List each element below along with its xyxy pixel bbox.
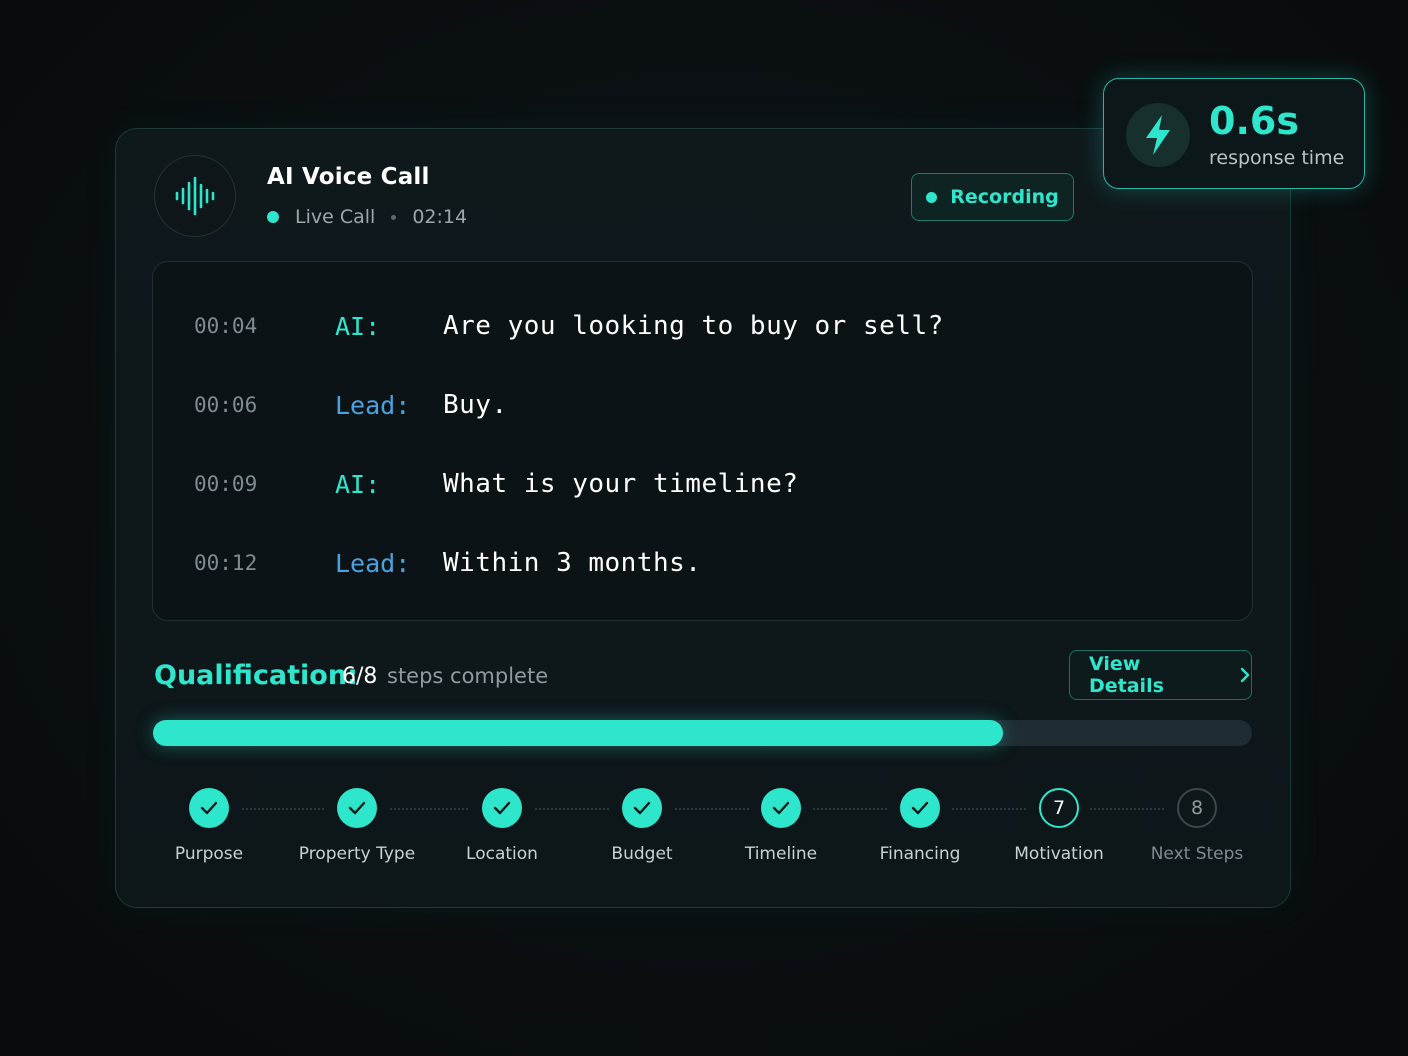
transcript-speaker: Lead: [335, 549, 411, 578]
recording-badge[interactable]: Recording [911, 173, 1074, 221]
step-property-type: Property Type [277, 788, 437, 864]
step-label: Purpose [174, 844, 244, 864]
transcript-timestamp: 00:04 [194, 314, 258, 338]
transcript-timestamp: 00:12 [194, 551, 258, 575]
lightning-bolt-icon [1126, 103, 1190, 167]
call-duration: 02:14 [412, 206, 468, 228]
step-purpose: Purpose [129, 788, 289, 864]
step-label: Budget [611, 844, 673, 864]
transcript-message: Buy. [443, 390, 508, 420]
qualification-progress-fill [153, 720, 1003, 746]
step-label: Financing [879, 844, 961, 864]
transcript-speaker: AI: [335, 312, 381, 341]
call-title: AI Voice Call [267, 164, 430, 190]
qualification-label: Qualification: [154, 660, 358, 691]
recording-label: Recording [950, 186, 1059, 208]
step-location: Location [422, 788, 582, 864]
transcript-timestamp: 00:06 [194, 393, 258, 417]
step-next-steps: 8 Next Steps [1117, 788, 1277, 864]
qualification-count-text: steps complete [387, 664, 549, 688]
step-label: Timeline [744, 844, 818, 864]
transcript-line: 00:12 Lead: Within 3 months. [153, 545, 1252, 585]
step-label: Property Type [298, 844, 416, 864]
check-icon [761, 788, 801, 828]
recording-dot-icon [926, 191, 938, 203]
step-label: Next Steps [1150, 844, 1244, 864]
voice-wave-icon [154, 155, 236, 237]
transcript-timestamp: 00:09 [194, 472, 258, 496]
check-icon [900, 788, 940, 828]
transcript-speaker: Lead: [335, 391, 411, 420]
transcript-speaker: AI: [335, 470, 381, 499]
qualification-progress-bar [153, 720, 1252, 746]
transcript-line: 00:06 Lead: Buy. [153, 387, 1252, 427]
view-details-label: View Details [1089, 653, 1164, 697]
call-status: Live Call [295, 206, 376, 228]
check-icon [482, 788, 522, 828]
live-indicator-dot [267, 211, 279, 223]
separator-dot [391, 214, 397, 220]
check-icon [622, 788, 662, 828]
transcript-panel: 00:04 AI: Are you looking to buy or sell… [152, 261, 1253, 621]
step-motivation: 7 Motivation [979, 788, 1139, 864]
chevron-right-icon [1239, 666, 1251, 684]
step-financing: Financing [840, 788, 1000, 864]
view-details-button[interactable]: View Details [1069, 650, 1252, 700]
transcript-line: 00:09 AI: What is your timeline? [153, 466, 1252, 506]
transcript-message: Within 3 months. [443, 548, 702, 578]
step-number: 8 [1177, 788, 1217, 828]
call-status-row: Live Call 02:14 [267, 206, 467, 228]
response-time-value: 0.6s [1209, 99, 1299, 143]
qualification-count: 6/8 [342, 664, 378, 689]
transcript-message: What is your timeline? [443, 469, 799, 499]
check-icon [189, 788, 229, 828]
step-label: Location [466, 844, 538, 864]
response-time-label: response time [1209, 147, 1345, 169]
transcript-message: Are you looking to buy or sell? [443, 311, 944, 341]
step-number: 7 [1039, 788, 1079, 828]
transcript-line: 00:04 AI: Are you looking to buy or sell… [153, 308, 1252, 348]
step-timeline: Timeline [701, 788, 861, 864]
response-time-card: 0.6s response time [1103, 78, 1365, 189]
step-label: Motivation [1014, 844, 1104, 864]
check-icon [337, 788, 377, 828]
step-budget: Budget [562, 788, 722, 864]
